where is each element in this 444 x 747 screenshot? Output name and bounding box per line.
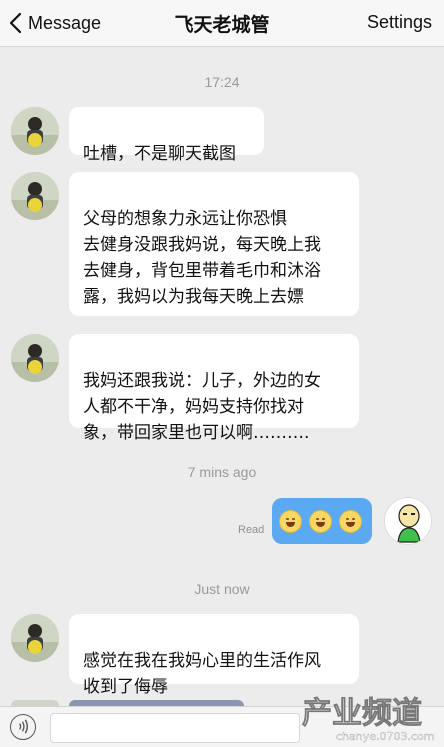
cartoon-avatar-icon [385,498,431,544]
message-bubble[interactable]: 我妈还跟我说：儿子，外边的女 人都不干净，妈妈支持你找对 象，带回家里也可以啊…… [69,334,359,443]
message-text: 我妈还跟我说：儿子，外边的女 人都不干净，妈妈支持你找对 象，带回家里也可以啊…… [83,371,321,443]
chat-header: Message 飞天老城管 Settings [0,0,444,47]
timestamp: Just now [194,581,250,597]
svg-text:chanye.0703.com: chanye.0703.com [336,730,435,743]
contact-avatar[interactable] [11,172,59,220]
voice-wave-icon [19,719,28,734]
person-photo-icon [11,334,59,382]
contact-avatar[interactable] [11,107,59,155]
message-bubble[interactable]: 感觉在我在我妈心里的生活作风 收到了侮辱 [69,614,359,697]
svg-text:产业频道: 产业频道 [302,696,422,731]
message-input[interactable] [50,713,300,743]
settings-button[interactable]: Settings [367,12,432,33]
message-text: 吐槽，不是聊天截图 [83,144,236,164]
read-receipt: Read [238,524,265,536]
my-avatar[interactable] [384,497,432,545]
message-bubble-outgoing[interactable] [272,498,372,544]
message-text: 感觉在我在我妈心里的生活作风 收到了侮辱 [83,651,321,697]
laugh-emoji [339,509,362,533]
laugh-emoji [279,509,302,533]
brand-watermark-icon: 产业频道 chanye.0703.com [302,696,435,744]
timestamp: 17:24 [204,74,240,90]
contact-avatar[interactable] [11,334,59,382]
person-photo-icon [11,614,59,662]
voice-input-button[interactable] [10,714,36,740]
person-photo-icon [11,172,59,220]
person-photo-icon [11,107,59,155]
contact-avatar[interactable] [11,614,59,662]
message-text: 父母的想象力永远让你恐惧 去健身没跟我妈说，每天晚上我 去健身，背包里带着毛巾和… [83,209,321,307]
message-bubble[interactable]: 父母的想象力永远让你恐惧 去健身没跟我妈说，每天晚上我 去健身，背包里带着毛巾和… [69,172,359,363]
timestamp: 7 mins ago [187,464,257,480]
watermark-logo: 产业频道 chanye.0703.com [294,688,444,746]
laugh-emoji [309,509,332,533]
message-bubble[interactable]: 吐槽，不是聊天截图 [69,107,264,164]
